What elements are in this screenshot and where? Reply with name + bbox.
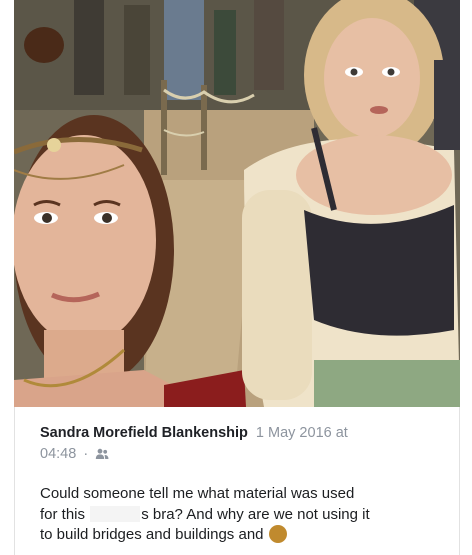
post-text-line1: Could someone tell me what material was …: [40, 485, 355, 502]
photo-illustration: [14, 0, 460, 407]
friends-icon[interactable]: [95, 446, 109, 467]
header-separator: ·: [83, 446, 89, 462]
post-date[interactable]: 1 May 2016 at: [256, 425, 348, 441]
redaction-bar: [90, 505, 141, 522]
post-time[interactable]: 04:48: [40, 446, 76, 462]
post-photo[interactable]: [14, 0, 460, 407]
post-text-line3: to build bridges and buildings and: [40, 526, 268, 543]
post-text-line2b: s bra? And why are we not using it: [141, 505, 370, 523]
post-text-line2a: for this: [40, 505, 90, 523]
post-author[interactable]: Sandra Morefield Blankenship: [40, 425, 248, 441]
screenshot-frame: Sandra Morefield Blankenship 1 May 2016 …: [0, 0, 472, 555]
censor-emoji-icon: [268, 525, 287, 543]
post-text: Could someone tell me what material was …: [40, 484, 440, 546]
post-card: Sandra Morefield Blankenship 1 May 2016 …: [14, 407, 460, 555]
post-header: Sandra Morefield Blankenship 1 May 2016 …: [40, 423, 440, 467]
